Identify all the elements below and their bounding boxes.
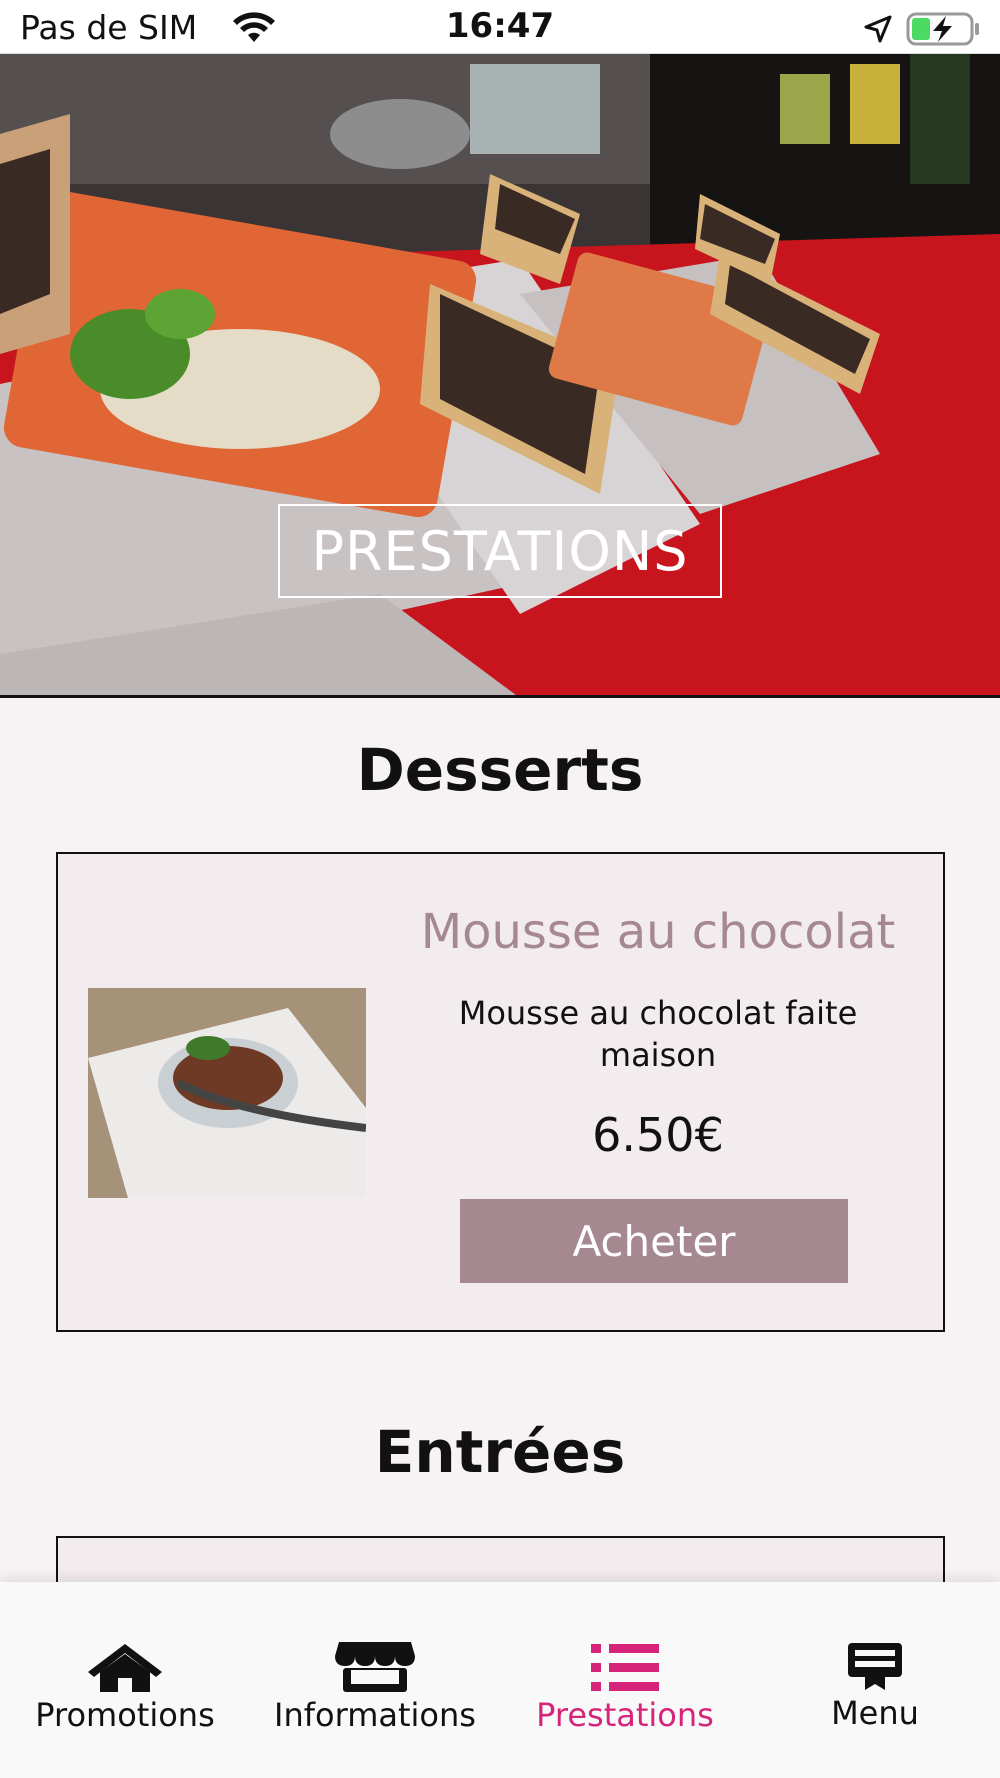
menu-board-icon	[848, 1643, 902, 1690]
product-name: Mousse au chocolat	[420, 904, 896, 960]
hero-food-image	[0, 54, 1000, 695]
product-price: 6.50€	[592, 1108, 724, 1162]
section-title-entrees: Entrées	[374, 1418, 626, 1486]
store-icon	[335, 1642, 415, 1692]
buy-button[interactable]: Acheter	[460, 1199, 848, 1283]
battery-charging-icon	[906, 12, 979, 46]
tab-label: Prestations	[536, 1696, 714, 1734]
location-arrow-icon	[864, 15, 892, 43]
tab-prestations[interactable]: Prestations	[500, 1640, 750, 1750]
product-image	[88, 988, 366, 1198]
hero-banner: PRESTATIONS	[0, 54, 1000, 698]
tab-menu[interactable]: Menu	[750, 1640, 1000, 1750]
product-description: Mousse au chocolat faite maison	[458, 994, 858, 1074]
product-card: Mousse au chocolat Mousse au chocolat fa…	[56, 852, 945, 1332]
section-title-desserts: Desserts	[356, 736, 644, 804]
status-bar: Pas de SIM 16:47	[0, 0, 1000, 54]
tab-informations[interactable]: Informations	[250, 1640, 500, 1750]
list-icon	[591, 1644, 659, 1691]
tab-label: Menu	[831, 1694, 919, 1732]
tab-promotions[interactable]: Promotions	[0, 1640, 250, 1750]
status-time: 16:47	[445, 6, 555, 46]
tab-label: Informations	[274, 1696, 476, 1734]
hero-title: PRESTATIONS	[278, 504, 722, 598]
tab-label: Promotions	[35, 1696, 215, 1734]
tab-bar: Promotions Informations Prestations Menu	[0, 1582, 1000, 1778]
home-icon	[88, 1644, 162, 1692]
